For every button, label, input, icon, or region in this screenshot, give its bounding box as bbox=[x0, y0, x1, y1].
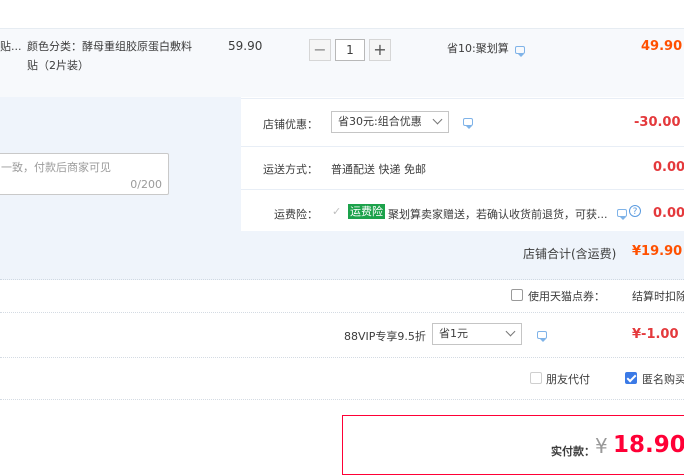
insurance-amount: 0.00 bbox=[653, 206, 684, 221]
shipping-value: 普通配送 快递 免邮 bbox=[331, 163, 426, 176]
friend-pay-label: 朋友代付 bbox=[546, 373, 590, 386]
store-discount-value: 省30元:组合优惠 bbox=[338, 115, 422, 128]
insurance-label: 运费险： bbox=[274, 208, 318, 221]
store-discount-row: 店铺优惠： 省30元:组合优惠 -30.00 bbox=[241, 98, 684, 147]
buyer-message-input[interactable]: 一致，付款后商家可见 0/200 bbox=[0, 153, 169, 195]
message-counter: 0/200 bbox=[130, 178, 162, 191]
product-name-fragment[interactable]: 贴... bbox=[0, 37, 22, 56]
qty-plus-button[interactable]: + bbox=[369, 39, 391, 61]
product-subtotal: 49.90 bbox=[641, 39, 683, 54]
points-row: 使用天猫点券： 结算时扣除 bbox=[0, 280, 684, 312]
store-discount-label: 店铺优惠： bbox=[263, 118, 318, 131]
shipping-label: 运送方式： bbox=[263, 163, 318, 176]
friend-pay-checkbox[interactable] bbox=[530, 372, 542, 384]
divider bbox=[0, 399, 684, 400]
store-total-label: 店铺合计(含运费) bbox=[523, 247, 617, 261]
payment-amount: 18.90 bbox=[613, 432, 684, 458]
product-spec-line1: 颜色分类：酵母重组胶原蛋白敷料 bbox=[27, 40, 192, 53]
vip-select-value: 省1元 bbox=[439, 327, 468, 340]
payment-summary-box: 实付款： ¥ 18.90 bbox=[342, 415, 684, 475]
insurance-text: 聚划算卖家赠送，若确认收货前退货，可获... bbox=[388, 208, 608, 221]
shipping-row: 运送方式： 普通配送 快递 免邮 0.00 bbox=[241, 146, 684, 190]
insurance-badge: 运费险 bbox=[348, 204, 385, 219]
vip-row: 88VIP专享9.5折 省1元 ¥-1.00 bbox=[0, 313, 684, 357]
insurance-check-icon: ✓ bbox=[332, 205, 342, 218]
product-row: 贴... 颜色分类：酵母重组胶原蛋白敷料 贴（2片装） 59.90 − 1 + … bbox=[0, 28, 684, 98]
points-label: 使用天猫点券： bbox=[528, 290, 605, 303]
store-discount-select[interactable]: 省30元:组合优惠 bbox=[331, 111, 449, 133]
promo-label: 省10:聚划算 bbox=[447, 42, 509, 55]
qty-minus-button[interactable]: − bbox=[309, 39, 331, 61]
store-total-row: 店铺合计(含运费) ¥19.90 bbox=[0, 231, 684, 280]
payment-label: 实付款： bbox=[551, 445, 595, 458]
message-placeholder: 一致，付款后商家可见 bbox=[1, 161, 111, 174]
payment-currency: ¥ bbox=[595, 434, 608, 458]
chevron-down-icon bbox=[505, 326, 516, 337]
anonymous-label: 匿名购买 bbox=[642, 373, 684, 386]
unit-price: 59.90 bbox=[228, 39, 263, 53]
options-row: 朋友代付 匿名购买 bbox=[0, 358, 684, 398]
points-checkbox[interactable] bbox=[511, 289, 523, 301]
points-note: 结算时扣除 bbox=[632, 290, 684, 303]
vip-amount: ¥-1.00 bbox=[632, 327, 679, 342]
shipping-amount: 0.00 bbox=[653, 160, 684, 175]
store-discount-amount: -30.00 bbox=[634, 115, 681, 130]
vip-select[interactable]: 省1元 bbox=[432, 323, 522, 345]
help-icon[interactable]: ? bbox=[629, 205, 641, 217]
store-total-amount: ¥19.90 bbox=[632, 244, 683, 259]
vip-label: 88VIP专享9.5折 bbox=[344, 330, 426, 343]
chevron-down-icon bbox=[432, 114, 443, 125]
chat-icon[interactable] bbox=[515, 46, 525, 57]
product-spec-line2: 贴（2片装） bbox=[27, 59, 89, 72]
chat-icon[interactable] bbox=[617, 209, 627, 220]
insurance-row: 运费险： ✓ 运费险 聚划算卖家赠送，若确认收货前退货，可获... ? 0.00 bbox=[241, 189, 684, 232]
chat-icon[interactable] bbox=[463, 118, 473, 129]
qty-input[interactable]: 1 bbox=[335, 39, 365, 61]
anonymous-checkbox[interactable] bbox=[625, 372, 637, 384]
chat-icon[interactable] bbox=[537, 331, 547, 342]
